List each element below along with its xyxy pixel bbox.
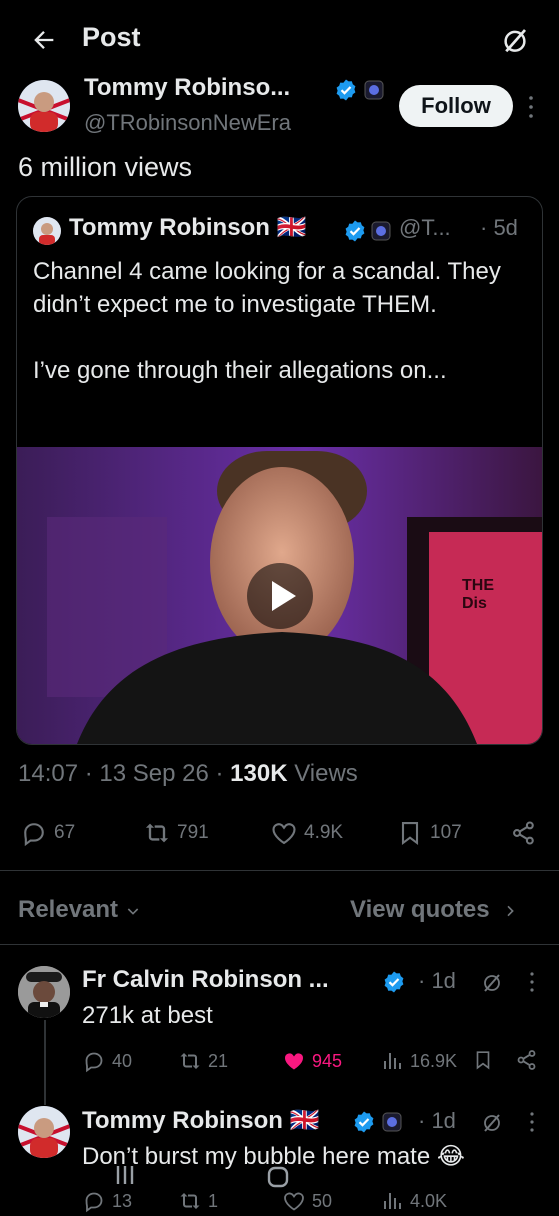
reply-count: 40 xyxy=(112,1050,133,1071)
reply-icon xyxy=(85,1052,103,1073)
repost-button[interactable]: 21 xyxy=(178,1046,228,1076)
share-icon[interactable] xyxy=(515,1048,539,1072)
reply-author-name[interactable]: Fr Calvin Robinson ... xyxy=(82,966,329,994)
verified-badge-icon xyxy=(384,971,404,993)
post-meta: 14:07 · 13 Sep 26 · 130K Views xyxy=(18,760,358,787)
author-avatar[interactable] xyxy=(18,80,70,132)
author-name[interactable]: Tommy Robinso... xyxy=(84,74,290,102)
more-options-icon[interactable] xyxy=(524,94,538,120)
bookmark-icon[interactable] xyxy=(472,1048,494,1072)
chevron-down-icon xyxy=(127,908,138,915)
repost-button[interactable]: 791 xyxy=(143,818,209,848)
play-button[interactable] xyxy=(247,563,313,629)
system-nav-bar xyxy=(0,1166,559,1200)
post-text: 6 million views xyxy=(18,152,193,182)
bookmark-icon xyxy=(401,822,419,846)
divider xyxy=(0,944,559,945)
quoted-post[interactable]: Tommy Robinson 🇬🇧 @T... · 5d Channel 4 c… xyxy=(16,196,543,745)
heart-filled-icon xyxy=(284,1053,304,1070)
like-count: 945 xyxy=(312,1050,343,1071)
grok-icon[interactable] xyxy=(480,1110,504,1134)
like-button[interactable]: 945 xyxy=(282,1046,342,1076)
verified-badge-icon xyxy=(345,220,365,242)
bookmark-count: 107 xyxy=(430,822,462,843)
share-button[interactable] xyxy=(510,818,544,848)
reply-avatar[interactable] xyxy=(18,966,70,1018)
views-label: Views xyxy=(294,760,358,787)
thread-line xyxy=(44,1020,46,1105)
more-options-icon[interactable] xyxy=(526,1110,538,1134)
view-count: 130K xyxy=(230,760,288,787)
post-time: 14:07 xyxy=(18,760,79,787)
reply-button[interactable]: 40 xyxy=(82,1046,132,1076)
share-icon xyxy=(513,821,534,845)
verified-badge-icon xyxy=(336,79,356,101)
analytics-icon xyxy=(384,1053,401,1069)
grok-icon[interactable] xyxy=(500,25,530,55)
repost-icon xyxy=(180,1053,200,1069)
reply-age: · 1d xyxy=(418,968,456,993)
page-title: Post xyxy=(82,22,141,52)
quoted-post-age: · 5d xyxy=(480,215,518,240)
repost-count: 21 xyxy=(208,1050,229,1071)
video-thumbnail[interactable]: THE Dis xyxy=(17,447,542,744)
quoted-author-name: Tommy Robinson 🇬🇧 xyxy=(69,214,307,241)
author-handle[interactable]: @TRobinsonNewEra xyxy=(84,110,291,136)
bookmark-button[interactable]: 107 xyxy=(396,818,462,848)
verified-badge-icon xyxy=(354,1111,374,1133)
repost-icon xyxy=(145,823,169,843)
reply-button[interactable]: 67 xyxy=(20,818,75,848)
like-count: 4.9K xyxy=(304,822,344,843)
play-icon xyxy=(272,581,296,611)
reply-icon xyxy=(24,823,44,847)
arrow-left-icon[interactable] xyxy=(30,26,58,54)
views-button[interactable]: 16.9K xyxy=(380,1046,457,1076)
affiliate-badge-icon xyxy=(371,221,391,241)
affiliate-badge-icon xyxy=(382,1112,402,1132)
divider xyxy=(0,870,559,871)
reply-avatar[interactable] xyxy=(18,1106,70,1158)
quoted-author-avatar xyxy=(33,217,61,245)
chevron-right-icon xyxy=(507,905,515,916)
like-button[interactable]: 4.9K xyxy=(270,818,343,848)
reply-count: 67 xyxy=(54,822,76,843)
quoted-post-text: Channel 4 came looking for a scandal. Th… xyxy=(33,258,501,384)
reply-age: · 1d xyxy=(418,1108,456,1133)
view-quotes-link[interactable]: View quotes xyxy=(350,896,518,924)
reply-author-name[interactable]: Tommy Robinson 🇬🇧 xyxy=(82,1106,319,1135)
view-count: 16.9K xyxy=(410,1050,458,1071)
affiliate-badge-icon xyxy=(364,80,384,100)
quoted-author-handle: @T... xyxy=(399,215,451,240)
repost-count: 791 xyxy=(177,822,209,843)
reply-text: 271k at best xyxy=(82,1002,213,1029)
post-date: 13 Sep 26 xyxy=(99,760,209,787)
heart-icon xyxy=(272,823,296,845)
top-bar: Post xyxy=(0,0,559,78)
follow-button[interactable]: Follow xyxy=(399,85,513,127)
more-options-icon[interactable] xyxy=(526,970,538,994)
sort-dropdown[interactable]: Relevant xyxy=(18,896,141,924)
grok-icon[interactable] xyxy=(480,970,504,994)
recent-apps-icon[interactable] xyxy=(110,1162,140,1188)
home-icon[interactable] xyxy=(265,1164,291,1190)
video-sign-text: THE Dis xyxy=(462,577,494,612)
